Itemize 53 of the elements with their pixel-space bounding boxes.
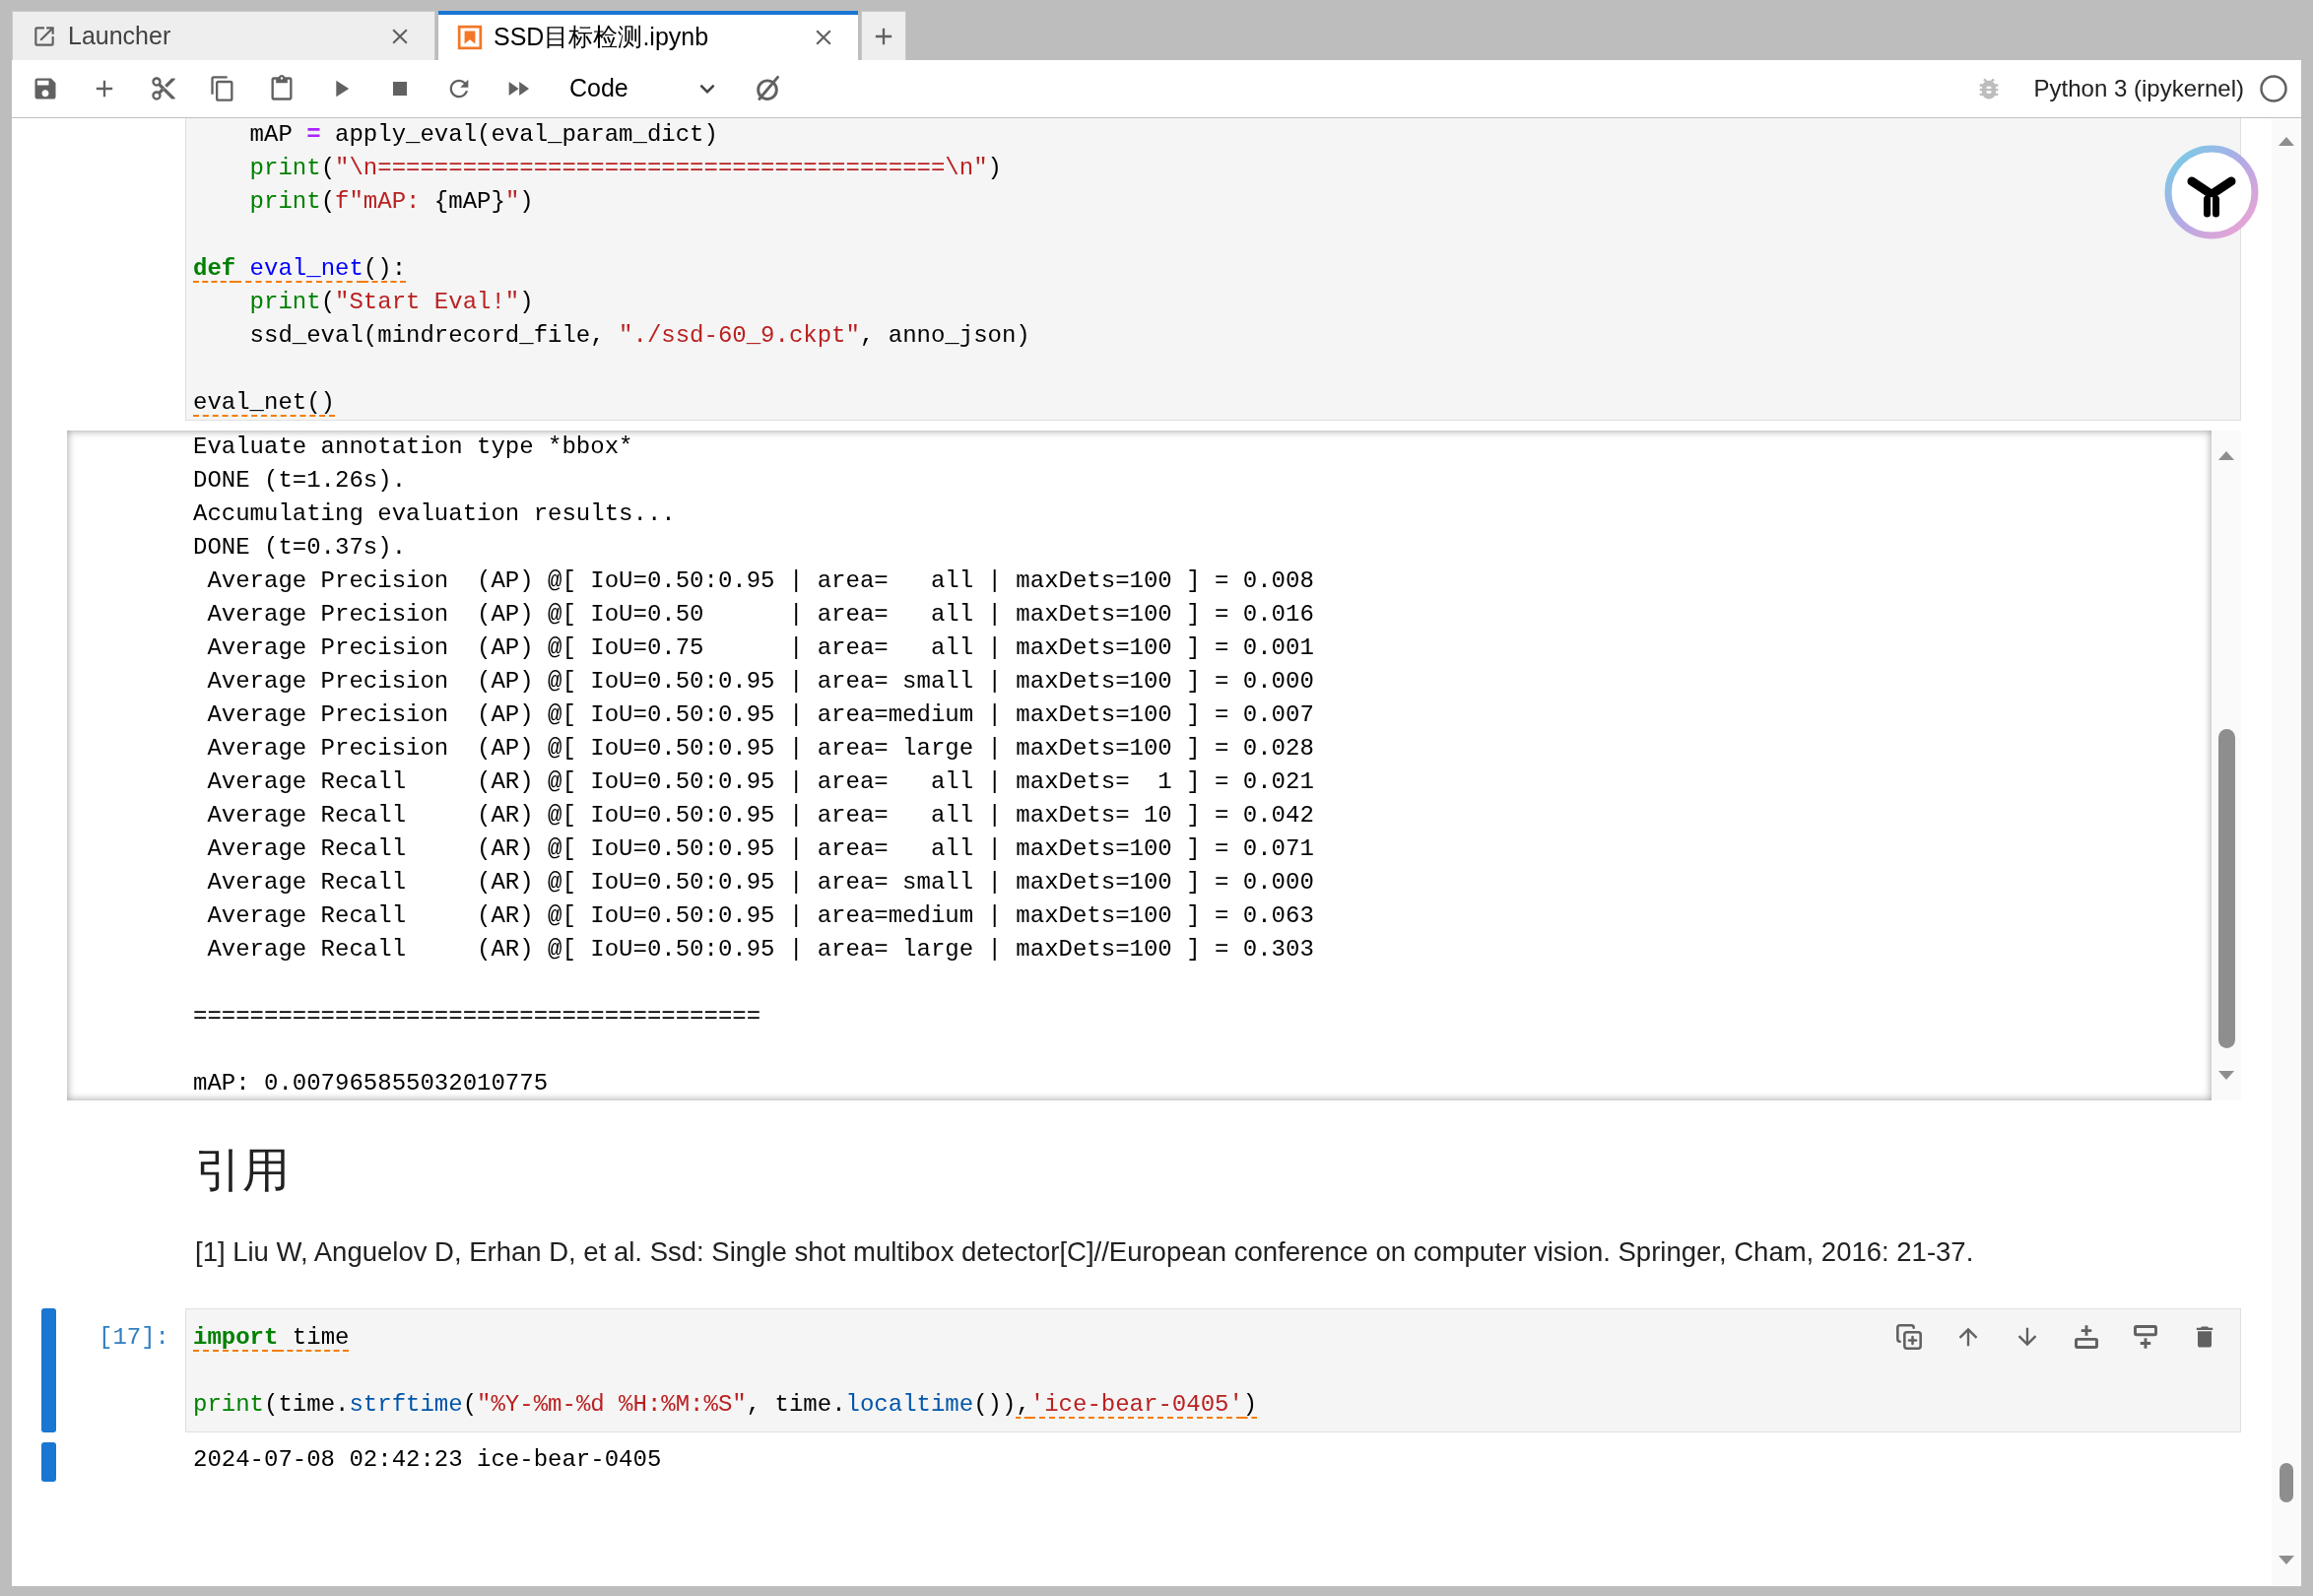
output-line: mAP: 0.007965855032010775: [193, 1069, 549, 1098]
cell-type-dropdown[interactable]: Code: [554, 67, 730, 110]
code-cell-input[interactable]: [185, 118, 2241, 421]
code-line: print("Start Eval!"): [248, 288, 534, 317]
scroll-down-icon[interactable]: [2279, 1556, 2294, 1564]
output-line: Accumulating evaluation results...: [193, 499, 676, 529]
output-line: Average Recall (AR) @[ IoU=0.50:0.95 | area=medium | maxDets=100 ] = 0.063: [206, 901, 1314, 931]
code-cell-input[interactable]: import time print(time.strftime("%Y-%m-%d %H:%M:%S", time.localtime()),'ice-bear-0405'): [185, 1308, 2241, 1432]
circle-slash-icon: [754, 75, 781, 102]
code-line: print("\n========================================\n"): [248, 154, 1002, 183]
section-heading: 引用: [195, 1143, 290, 1198]
scroll-up-icon[interactable]: [2218, 451, 2234, 460]
new-tab-button[interactable]: [861, 11, 906, 60]
copy-icon: [209, 75, 236, 102]
code-line: eval_net(): [193, 388, 336, 418]
output-line: 2024-07-08 02:42:23 ice-bear-0405: [193, 1445, 662, 1475]
output-line: Average Precision (AP) @[ IoU=0.50:0.95 | area=medium | maxDets=100 ] = 0.007: [206, 700, 1314, 730]
output-line: Average Precision (AP) @[ IoU=0.50:0.95 | area= all | maxDets=100 ] = 0.008: [206, 566, 1314, 596]
code-line: import time: [193, 1323, 350, 1353]
output-line: Average Precision (AP) @[ IoU=0.75 | area= all | maxDets=100 ] = 0.001: [206, 633, 1314, 663]
scrollbar-thumb[interactable]: [2280, 1463, 2293, 1502]
scissors-icon: [150, 75, 177, 102]
output-line: Average Recall (AR) @[ IoU=0.50:0.95 | area= all | maxDets= 1 ] = 0.021: [206, 767, 1314, 797]
output-line: Average Precision (AP) @[ IoU=0.50:0.95 | area= small | maxDets=100 ] = 0.000: [206, 667, 1314, 697]
logo-icon[interactable]: [2164, 145, 2259, 239]
output-line: Average Precision (AP) @[ IoU=0.50:0.95 | area= large | maxDets=100 ] = 0.028: [206, 734, 1314, 764]
output-line: Average Recall (AR) @[ IoU=0.50:0.95 | area= large | maxDets=100 ] = 0.303: [206, 935, 1314, 964]
output-line: Average Recall (AR) @[ IoU=0.50:0.95 | area= all | maxDets=100 ] = 0.071: [206, 834, 1314, 864]
output-line: ========================================: [193, 1002, 761, 1031]
kernel-name-button[interactable]: Python 3 (ipykernel): [2033, 71, 2244, 106]
code-line: mAP = apply_eval(eval_param_dict): [248, 120, 718, 150]
output-line: DONE (t=0.37s).: [193, 533, 407, 563]
active-cell-bar[interactable]: [41, 1308, 56, 1432]
code-line: def eval_net():: [193, 254, 407, 284]
tab[interactable]: Launcher: [12, 11, 435, 60]
scroll-up-icon[interactable]: [2279, 137, 2294, 146]
output-scrollbar-thumb[interactable]: [2218, 729, 2235, 1048]
code-line: print(time.strftime("%Y-%m-%d %H:%M:%S", time.localtime()),'ice-bear-0405'): [193, 1390, 1258, 1420]
notebook-icon: [457, 25, 483, 50]
duplicate-icon: [1895, 1323, 1923, 1351]
output-line: DONE (t=1.26s).: [193, 466, 407, 496]
insert-below-icon: [2132, 1323, 2159, 1351]
reference-text: [1] Liu W, Anguelov D, Erhan D, et al. Ssd: Single shot multibox detector[C]//European conference on computer vision. Springer, Cham, 2016: 21-37.: [195, 1235, 1974, 1269]
scroll-down-icon[interactable]: [2218, 1071, 2234, 1080]
execution-count: [17]:: [99, 1323, 169, 1353]
output-line: Average Precision (AP) @[ IoU=0.50 | area= all | maxDets=100 ] = 0.016: [206, 600, 1314, 630]
tab[interactable]: SSD目标检测.ipynb: [438, 11, 858, 60]
output-line: Average Recall (AR) @[ IoU=0.50:0.95 | area= all | maxDets= 10 ] = 0.042: [206, 801, 1314, 831]
output-line: Evaluate annotation type *bbox*: [193, 432, 633, 462]
insert-above-icon: [2073, 1323, 2100, 1351]
code-line: print(f"mAP: {mAP}"): [248, 187, 534, 217]
code-line: ssd_eval(mindrecord_file, "./ssd-60_9.ckpt", anno_json): [248, 321, 1030, 351]
output-line: Average Recall (AR) @[ IoU=0.50:0.95 | area= small | maxDets=100 ] = 0.000: [206, 868, 1314, 898]
